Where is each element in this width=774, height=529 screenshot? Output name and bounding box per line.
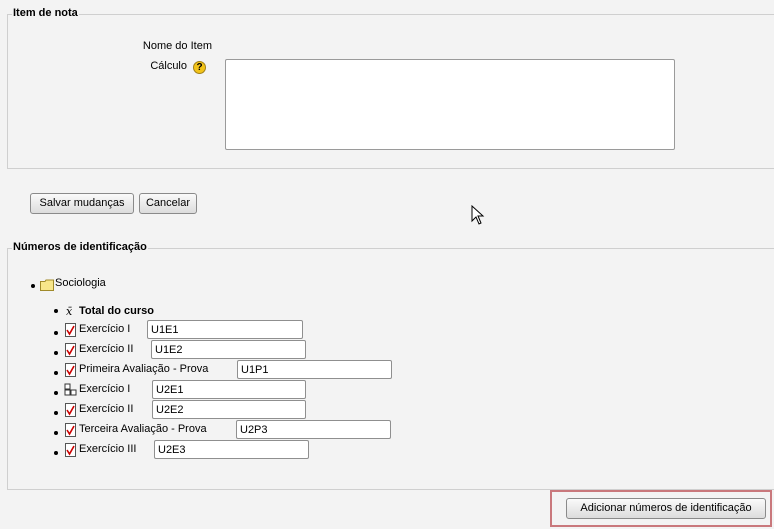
idnumber-input[interactable] xyxy=(147,320,303,339)
grade-item-name: Terceira Avaliação - Prova xyxy=(79,423,207,435)
grade-item-name: Exercício I xyxy=(79,323,131,335)
grade-item-icon xyxy=(65,403,76,417)
grade-item-name: Exercício II xyxy=(79,403,134,415)
save-changes-button[interactable]: Salvar mudanças xyxy=(30,193,134,214)
ids-legend: Números de identificação xyxy=(12,241,148,253)
bullet xyxy=(54,309,58,313)
bullet xyxy=(54,331,58,335)
bullet xyxy=(54,431,58,435)
grade-item-icon xyxy=(65,443,76,457)
calculo-label: Cálculo xyxy=(150,60,187,72)
nome-do-item-label: Nome do Item xyxy=(142,40,212,52)
idnumber-input[interactable] xyxy=(152,400,306,419)
idnumber-input[interactable] xyxy=(236,420,391,439)
idnumber-input[interactable] xyxy=(237,360,392,379)
grade-item-icon xyxy=(65,343,76,357)
mouse-cursor-icon xyxy=(471,205,485,225)
bullet xyxy=(54,411,58,415)
calculo-textarea[interactable] xyxy=(225,59,675,150)
course-total-icon: x̄ xyxy=(66,305,73,318)
grade-item-icon xyxy=(65,363,76,377)
grade-item-icon xyxy=(65,423,76,437)
idnumber-input[interactable] xyxy=(152,380,306,399)
course-total-label: Total do curso xyxy=(79,305,154,317)
bullet xyxy=(54,371,58,375)
bullet xyxy=(54,351,58,355)
outcome-icon xyxy=(64,383,77,396)
grade-item-name: Exercício III xyxy=(79,443,137,455)
bullet xyxy=(31,284,35,288)
idnumber-input[interactable] xyxy=(151,340,306,359)
bullet xyxy=(54,451,58,455)
cancel-button[interactable]: Cancelar xyxy=(139,193,197,214)
help-icon[interactable]: ? xyxy=(193,61,206,74)
item-de-nota-legend: Item de nota xyxy=(12,7,79,19)
add-ids-button[interactable]: Adicionar números de identificação xyxy=(566,498,766,519)
bullet xyxy=(54,391,58,395)
grade-item-name: Exercício II xyxy=(79,343,134,355)
category-name: Sociologia xyxy=(55,277,106,289)
folder-icon xyxy=(40,279,54,291)
grade-item-name: Primeira Avaliação - Prova xyxy=(79,363,209,375)
grade-item-icon xyxy=(65,323,76,337)
grade-item-name: Exercício I xyxy=(79,383,131,395)
idnumber-input[interactable] xyxy=(154,440,309,459)
